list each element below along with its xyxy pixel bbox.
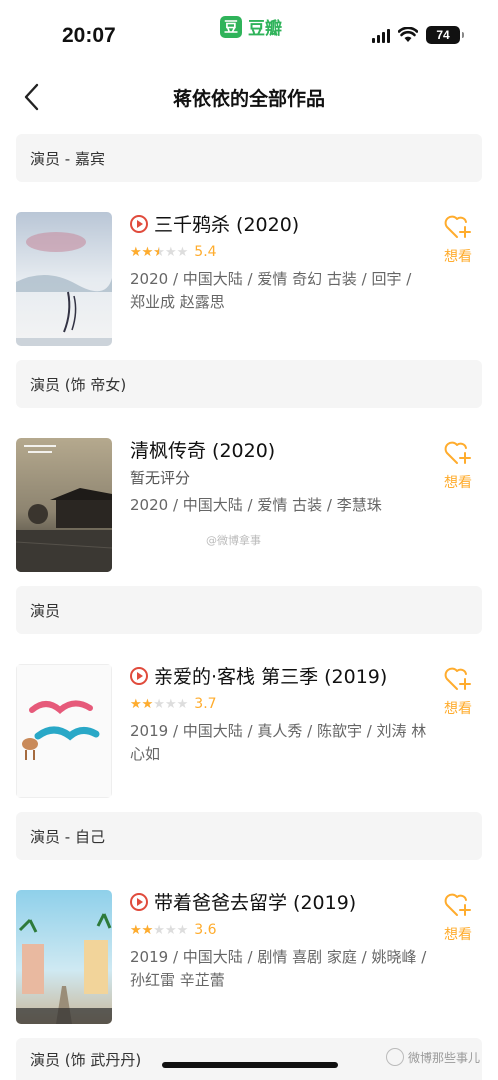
work-meta: 2019 / 中国大陆 / 真人秀 / 陈歆宇 / 刘涛 林心如 (130, 722, 427, 763)
poster-image[interactable] (16, 890, 112, 1024)
want-to-watch-button[interactable]: 想看 (438, 666, 478, 718)
work-title[interactable]: 带着爸爸去留学 (2019) (130, 890, 430, 916)
work-meta: 2019 / 中国大陆 / 剧情 喜剧 家庭 / 姚晓峰 / 孙红雷 辛芷蕾 (130, 948, 427, 989)
work-meta: 2020 / 中国大陆 / 爱情 古装 / 李慧珠 (130, 496, 382, 514)
battery-icon: 74 (426, 26, 464, 44)
want-to-watch-button[interactable]: 想看 (438, 892, 478, 944)
watermark: @微博拿事 (206, 534, 261, 547)
role-header: 演员 (16, 586, 482, 634)
page-title: 蒋依依的全部作品 (172, 88, 325, 110)
work-item[interactable]: 清枫传奇 (2020) 暂无评分 2020 / 中国大陆 / 爱情 古装 / 李… (16, 438, 482, 574)
play-icon[interactable] (130, 893, 148, 911)
work-title[interactable]: 三千鸦杀 (2020) (130, 212, 430, 238)
no-rating-text: 暂无评分 (130, 469, 191, 487)
rating: ★★★★★★★★★★ 3.6 (130, 920, 430, 940)
app-indicator: 豆 豆瓣 (220, 14, 282, 39)
role-header: 演员 (饰 帝女) (16, 360, 482, 408)
want-to-watch-button[interactable]: 想看 (438, 440, 478, 492)
work-title[interactable]: 清枫传奇 (2020) (130, 438, 430, 464)
work-title[interactable]: 亲爱的·客栈 第三季 (2019) (130, 664, 430, 690)
status-bar: 20:07 豆 豆瓣 74 (0, 0, 498, 62)
star-rating-icon: ★★★★★★★★★★ (130, 244, 189, 260)
corner-watermark: 微博那些事儿 (385, 1048, 480, 1066)
weibo-logo-icon (385, 1048, 404, 1066)
home-indicator[interactable] (162, 1062, 338, 1068)
rating-score: 5.4 (194, 244, 217, 260)
play-icon[interactable] (130, 215, 148, 233)
work-meta: 2020 / 中国大陆 / 爱情 奇幻 古装 / 回宇 / 郑业成 赵露思 (130, 270, 412, 311)
rating: ★★★★★★★★★★ 3.7 (130, 694, 430, 714)
want-label: 想看 (444, 475, 472, 491)
cellular-signal-icon (372, 27, 390, 43)
rating-score: 3.7 (194, 696, 217, 712)
work-title-text: 三千鸦杀 (2020) (154, 214, 300, 236)
heart-plus-icon (444, 215, 471, 238)
work-title-text: 带着爸爸去留学 (2019) (154, 892, 357, 914)
work-info: 带着爸爸去留学 (2019) ★★★★★★★★★★ 3.6 2019 / 中国大… (130, 890, 430, 992)
work-item[interactable]: 带着爸爸去留学 (2019) ★★★★★★★★★★ 3.6 2019 / 中国大… (16, 890, 482, 1026)
want-label: 想看 (444, 249, 472, 265)
poster-image[interactable] (16, 212, 112, 346)
role-header: 演员 - 嘉宾 (16, 134, 482, 182)
work-info: 亲爱的·客栈 第三季 (2019) ★★★★★★★★★★ 3.7 2019 / … (130, 664, 430, 766)
want-label: 想看 (444, 701, 472, 717)
wifi-icon (398, 27, 418, 43)
star-rating-icon: ★★★★★★★★★★ (130, 696, 189, 712)
rating: ★★★★★★★★★★ 5.4 (130, 242, 430, 262)
poster-image[interactable] (16, 438, 112, 572)
want-label: 想看 (444, 927, 472, 943)
status-time: 20:07 (62, 24, 116, 47)
nav-bar: 蒋依依的全部作品 (0, 72, 498, 122)
poster-image[interactable] (16, 664, 112, 798)
heart-plus-icon (444, 667, 471, 690)
rating-score: 3.6 (194, 922, 217, 938)
role-header: 演员 - 自己 (16, 812, 482, 860)
status-icons: 74 (372, 26, 464, 44)
heart-plus-icon (444, 441, 471, 464)
star-rating-icon: ★★★★★★★★★★ (130, 922, 189, 938)
work-info: 清枫传奇 (2020) 暂无评分 2020 / 中国大陆 / 爱情 古装 / 李… (130, 438, 430, 517)
douban-logo-icon: 豆 (220, 15, 242, 38)
work-item[interactable]: 亲爱的·客栈 第三季 (2019) ★★★★★★★★★★ 3.7 2019 / … (16, 664, 482, 800)
work-item[interactable]: 三千鸦杀 (2020) ★★★★★★★★★★ 5.4 2020 / 中国大陆 /… (16, 212, 482, 348)
want-to-watch-button[interactable]: 想看 (438, 214, 478, 266)
play-icon[interactable] (130, 667, 148, 685)
work-title-text: 亲爱的·客栈 第三季 (2019) (154, 666, 388, 688)
corner-watermark-text: 微博那些事儿 (407, 1050, 480, 1065)
app-name: 豆瓣 (248, 19, 282, 39)
work-info: 三千鸦杀 (2020) ★★★★★★★★★★ 5.4 2020 / 中国大陆 /… (130, 212, 430, 314)
heart-plus-icon (444, 893, 471, 916)
